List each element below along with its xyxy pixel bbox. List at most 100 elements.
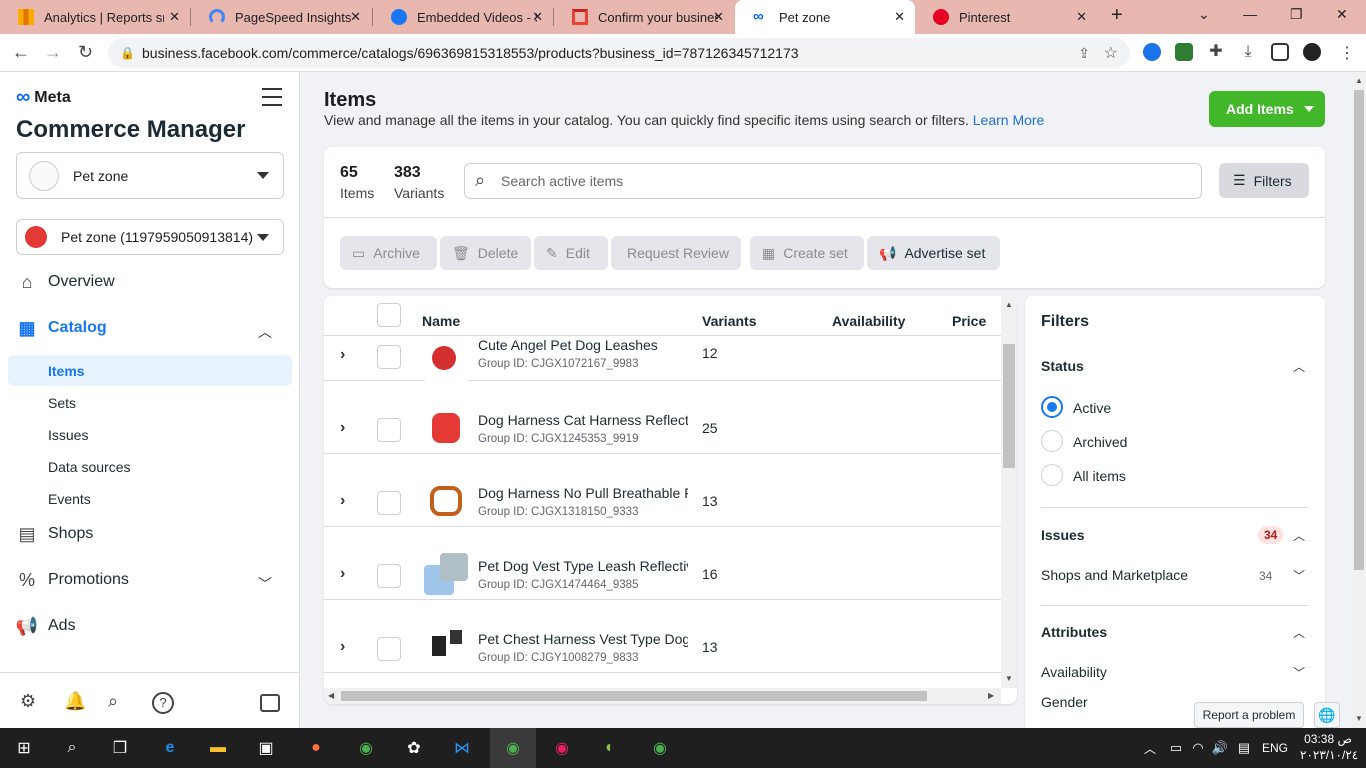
- scroll-down-icon[interactable]: ▼: [1355, 714, 1363, 723]
- close-icon[interactable]: ✕: [894, 9, 905, 25]
- reload-icon[interactable]: ↻: [78, 42, 93, 63]
- forward-icon[interactable]: →: [44, 42, 62, 63]
- column-variants[interactable]: Variants: [702, 313, 756, 329]
- scroll-up-icon[interactable]: ▲: [1005, 300, 1013, 309]
- shops-marketplace-filter[interactable]: Shops and Marketplace: [1041, 567, 1188, 583]
- close-icon[interactable]: ✕: [169, 9, 180, 25]
- horizontal-scrollbar[interactable]: ◀ ▶: [324, 688, 1001, 704]
- gear-icon[interactable]: ⚙: [20, 691, 36, 712]
- language-indicator[interactable]: ENG: [1262, 741, 1288, 755]
- issues-heading[interactable]: Issues: [1041, 527, 1085, 543]
- tab-gmail[interactable]: Confirm your busines ✕: [554, 0, 734, 34]
- app-icon[interactable]: ◐: [598, 736, 622, 760]
- column-availability[interactable]: Availability: [832, 313, 905, 329]
- close-window-button[interactable]: ✕: [1336, 6, 1348, 23]
- chrome-icon[interactable]: ◉: [354, 736, 378, 760]
- windows-start-icon[interactable]: ⊞: [12, 736, 36, 760]
- store-icon[interactable]: ▣: [254, 736, 278, 760]
- chevron-up-icon[interactable]: ︿: [258, 322, 272, 342]
- gender-filter[interactable]: Gender: [1041, 694, 1088, 710]
- minimize-button[interactable]: —: [1243, 6, 1257, 22]
- tab-search-icon[interactable]: ⌄: [1198, 6, 1210, 23]
- scrollbar-thumb[interactable]: [1003, 344, 1015, 468]
- volume-icon[interactable]: 🔊: [1208, 736, 1232, 760]
- scrollbar-thumb[interactable]: [341, 691, 927, 701]
- extension-icon[interactable]: [1143, 43, 1161, 61]
- new-tab-button[interactable]: +: [1111, 4, 1123, 27]
- column-name[interactable]: Name: [422, 313, 460, 329]
- page-selector[interactable]: Pet zone (1197959050913814): [16, 219, 284, 255]
- share-icon[interactable]: ⇪: [1078, 45, 1090, 62]
- close-icon[interactable]: ✕: [1076, 9, 1087, 25]
- learn-more-link[interactable]: Learn More: [973, 112, 1045, 128]
- hamburger-icon[interactable]: [262, 88, 282, 112]
- extension-icon[interactable]: [1175, 43, 1193, 61]
- menu-icon[interactable]: ⋮: [1338, 43, 1356, 62]
- wifi-icon[interactable]: ◠: [1186, 736, 1210, 760]
- network-icon[interactable]: ▭: [1164, 736, 1188, 760]
- sidebar-item-sets[interactable]: Sets: [48, 395, 76, 411]
- chevron-down-icon[interactable]: ﹀: [1293, 664, 1305, 681]
- sidepanel-icon[interactable]: [1271, 43, 1289, 61]
- folder-icon[interactable]: ▬: [206, 736, 230, 760]
- download-icon[interactable]: ⤓: [1239, 43, 1257, 61]
- tab-embedded-videos[interactable]: Embedded Videos - S ✕: [373, 0, 553, 34]
- status-heading[interactable]: Status: [1041, 358, 1084, 374]
- nav-overview[interactable]: ⌂ Overview: [16, 271, 115, 293]
- status-active-radio[interactable]: [1041, 396, 1063, 418]
- globe-icon[interactable]: 🌐: [1314, 702, 1340, 728]
- back-icon[interactable]: ←: [12, 42, 30, 63]
- table-row[interactable]: › Dog Harness Cat Harness Reflect Group …: [324, 381, 1001, 454]
- chrome-icon[interactable]: ◉: [550, 736, 574, 760]
- chevron-right-icon[interactable]: ›: [340, 346, 345, 364]
- collapse-sidebar-icon[interactable]: [260, 694, 280, 712]
- table-row[interactable]: › Pet Chest Harness Vest Type Dog Group …: [324, 600, 1001, 673]
- nav-shops[interactable]: ▤ Shops: [16, 523, 93, 545]
- create-set-button[interactable]: ▦ Create set: [750, 236, 864, 270]
- profile-avatar[interactable]: [1303, 43, 1321, 61]
- search-input[interactable]: ⌕ Search active items: [464, 163, 1202, 199]
- table-row[interactable]: › Pet Dog Vest Type Leash Reflectiv Grou…: [324, 527, 1001, 600]
- scroll-down-icon[interactable]: ▼: [1005, 674, 1013, 683]
- chevron-right-icon[interactable]: ›: [340, 419, 345, 437]
- sidebar-item-items[interactable]: Items: [48, 363, 85, 379]
- vscode-icon[interactable]: ⋈: [450, 736, 474, 760]
- sidebar-item-issues[interactable]: Issues: [48, 427, 88, 443]
- row-checkbox[interactable]: [377, 345, 401, 369]
- tab-pet-zone[interactable]: ∞ Pet zone ✕: [735, 0, 915, 34]
- request-review-button[interactable]: Request Review: [611, 236, 741, 270]
- row-checkbox[interactable]: [377, 637, 401, 661]
- firefox-icon[interactable]: ●: [304, 736, 328, 760]
- nav-promotions[interactable]: % Promotions: [16, 569, 129, 591]
- search-icon[interactable]: ⌕: [60, 736, 84, 760]
- table-row[interactable]: › Dog Harness No Pull Breathable F Group…: [324, 454, 1001, 527]
- row-checkbox[interactable]: [377, 491, 401, 515]
- app-icon[interactable]: ✿: [402, 736, 426, 760]
- tab-pagespeed[interactable]: PageSpeed Insights ✕: [191, 0, 371, 34]
- catalog-selector[interactable]: Pet zone: [16, 152, 284, 199]
- select-all-checkbox[interactable]: [377, 303, 401, 327]
- notes-icon[interactable]: ▤: [1232, 736, 1256, 760]
- nav-ads[interactable]: 📢 Ads: [16, 615, 76, 637]
- tab-analytics[interactable]: Analytics | Reports sn ✕: [0, 0, 190, 34]
- add-items-button[interactable]: Add Items: [1209, 91, 1325, 127]
- chevron-up-icon[interactable]: ︿: [1293, 624, 1305, 641]
- search-icon[interactable]: ⌕: [108, 691, 118, 712]
- close-icon[interactable]: ✕: [713, 9, 724, 25]
- chevron-down-icon[interactable]: ﹀: [1293, 567, 1305, 584]
- status-all-radio[interactable]: [1041, 464, 1063, 486]
- chrome-icon[interactable]: ◉: [648, 736, 672, 760]
- availability-filter[interactable]: Availability: [1041, 664, 1107, 680]
- column-price[interactable]: Price: [952, 313, 986, 329]
- page-scrollbar[interactable]: ▲ ▼: [1352, 72, 1366, 728]
- maximize-button[interactable]: ❐: [1290, 6, 1303, 23]
- star-icon[interactable]: ☆: [1104, 43, 1118, 63]
- vertical-scrollbar[interactable]: ▲ ▼: [1001, 296, 1017, 688]
- edge-icon[interactable]: e: [158, 736, 182, 760]
- scroll-up-icon[interactable]: ▲: [1355, 76, 1363, 85]
- chevron-up-icon[interactable]: ︿: [1293, 527, 1305, 544]
- chevron-right-icon[interactable]: ›: [340, 492, 345, 510]
- delete-button[interactable]: 🗑 Delete: [440, 236, 531, 270]
- row-checkbox[interactable]: [377, 418, 401, 442]
- filters-button[interactable]: ☰ Filters: [1219, 163, 1309, 198]
